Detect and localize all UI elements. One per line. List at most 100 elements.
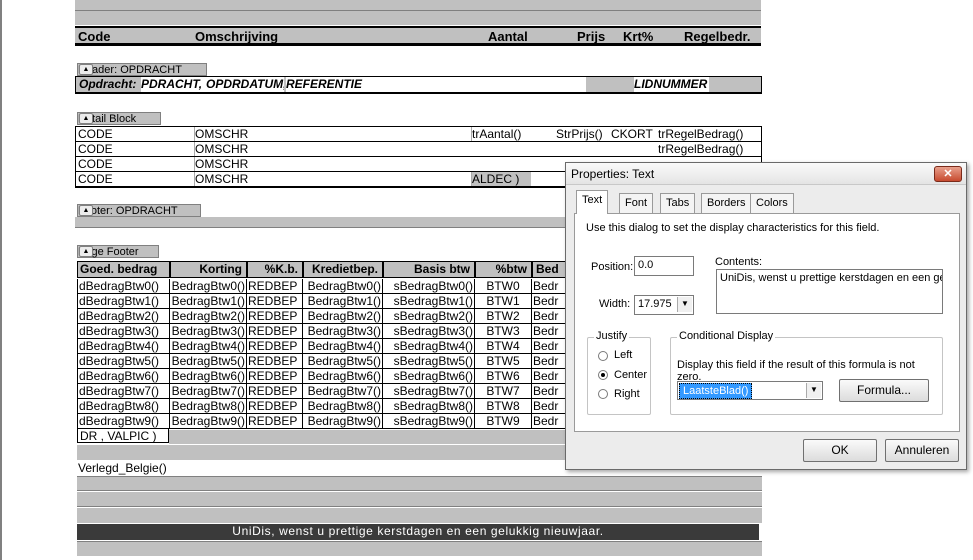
korting-field[interactable]: BedragBtw3()	[170, 324, 247, 339]
btw-pct-field[interactable]: BTW7	[475, 384, 532, 399]
tab-tabs[interactable]: Tabs	[660, 193, 696, 213]
kb-field[interactable]: REDBEP	[247, 324, 303, 339]
dr-valpic-field[interactable]: DR , VALPIC )	[77, 428, 169, 443]
korting-field[interactable]: BedragBtw8()	[170, 399, 247, 414]
kredietbep-field[interactable]: BedragBtw4()	[303, 339, 383, 354]
opdracht-field[interactable]: PDRACHT,	[141, 77, 206, 92]
regel-field[interactable]: trRegelBedrag()	[658, 142, 758, 156]
goed-bedrag-field[interactable]: dBedragBtw4()	[77, 339, 170, 354]
pf-header-korting[interactable]: Korting	[170, 261, 247, 278]
radio-left[interactable]	[598, 351, 608, 361]
korting-field[interactable]: BedragBtw4()	[170, 339, 247, 354]
dialog-titlebar[interactable]: Properties: Text ✕	[566, 163, 966, 185]
kb-field[interactable]: REDBEP	[247, 384, 303, 399]
goed-bedrag-field[interactable]: dBedragBtw8()	[77, 399, 170, 414]
goed-bedrag-field[interactable]: dBedragBtw7()	[77, 384, 170, 399]
justify-left-label[interactable]: Left	[614, 349, 632, 361]
basis-btw-field[interactable]: sBedragBtw6()	[383, 369, 475, 384]
basis-btw-field[interactable]: sBedragBtw8()	[383, 399, 475, 414]
kredietbep-field[interactable]: BedragBtw9()	[303, 414, 383, 429]
header-row[interactable]: Opdracht: PDRACHT, OPDRDATUM, REFERENTIE…	[75, 76, 762, 94]
kb-field[interactable]: REDBEP	[247, 294, 303, 309]
formula-button[interactable]: Formula...	[839, 379, 929, 402]
aantal-field[interactable]: ALDEC )	[471, 172, 531, 186]
btw-pct-field[interactable]: BTW2	[475, 309, 532, 324]
detail-row[interactable]: CODE OMSCHR trRegelBedrag()	[75, 141, 762, 157]
kredietbep-field[interactable]: BedragBtw8()	[303, 399, 383, 414]
korting-field[interactable]: BedragBtw9()	[170, 414, 247, 429]
code-field[interactable]: CODE	[78, 172, 193, 186]
pf-header-btw[interactable]: %btw	[475, 261, 532, 278]
referentie-field[interactable]: REFERENTIE	[286, 77, 586, 92]
korting-field[interactable]: BedragBtw2()	[170, 309, 247, 324]
kb-field[interactable]: REDBEP	[247, 339, 303, 354]
goed-bedrag-field[interactable]: dBedragBtw6()	[77, 369, 170, 384]
btw-pct-field[interactable]: BTW8	[475, 399, 532, 414]
btw-pct-field[interactable]: BTW1	[475, 294, 532, 309]
goed-bedrag-field[interactable]: dBedragBtw3()	[77, 324, 170, 339]
kredietbep-field[interactable]: BedragBtw5()	[303, 354, 383, 369]
omschr-field[interactable]: OMSCHR	[194, 127, 469, 141]
basis-btw-field[interactable]: sBedragBtw5()	[383, 354, 475, 369]
column-header-row[interactable]: Code Omschrijving Aantal Prijs Krt% Rege…	[75, 26, 761, 46]
collapse-icon[interactable]: ▲	[79, 205, 93, 216]
basis-btw-field[interactable]: sBedragBtw4()	[383, 339, 475, 354]
kb-field[interactable]: REDBEP	[247, 369, 303, 384]
chevron-down-icon[interactable]: ▼	[677, 297, 692, 312]
pf-header-goed[interactable]: Goed. bedrag	[77, 261, 170, 278]
contents-textarea[interactable]: UniDis, wenst u prettige kerstdagen en e…	[716, 269, 943, 314]
omschr-field[interactable]: OMSCHR	[194, 142, 469, 156]
regel-field[interactable]: trRegelBedrag()	[658, 127, 758, 141]
btw-pct-field[interactable]: BTW0	[475, 279, 532, 294]
kb-field[interactable]: REDBEP	[247, 414, 303, 429]
section-header-opdracht[interactable]: ▲ Header: OPDRACHT	[77, 63, 207, 76]
korting-field[interactable]: BedragBtw7()	[170, 384, 247, 399]
omschr-field[interactable]: OMSCHR	[194, 157, 469, 171]
width-select[interactable]: 17.975 ▼	[634, 295, 694, 315]
kort-field[interactable]: CKORT	[611, 127, 658, 141]
btw-pct-field[interactable]: BTW5	[475, 354, 532, 369]
btw-pct-field[interactable]: BTW9	[475, 414, 532, 429]
collapse-icon[interactable]: ▲	[79, 64, 93, 75]
aantal-field[interactable]: trAantal()	[471, 127, 531, 141]
detail-row[interactable]: CODE OMSCHR trAantal() StrPrijs() CKORT …	[75, 126, 762, 142]
goed-bedrag-field[interactable]: dBedragBtw1()	[77, 294, 170, 309]
btw-pct-field[interactable]: BTW4	[475, 339, 532, 354]
tab-borders[interactable]: Borders	[701, 193, 752, 213]
justify-right-label[interactable]: Right	[614, 388, 640, 400]
kb-field[interactable]: REDBEP	[247, 279, 303, 294]
korting-field[interactable]: BedragBtw6()	[170, 369, 247, 384]
basis-btw-field[interactable]: sBedragBtw0()	[383, 279, 475, 294]
verlegd-field[interactable]: Verlegd_Belgie()	[78, 461, 167, 475]
korting-field[interactable]: BedragBtw5()	[170, 354, 247, 369]
tab-font[interactable]: Font	[619, 193, 654, 213]
banner-field[interactable]: UniDis, wenst u prettige kerstdagen en e…	[77, 524, 759, 540]
goed-bedrag-field[interactable]: dBedragBtw2()	[77, 309, 170, 324]
basis-btw-field[interactable]: sBedragBtw3()	[383, 324, 475, 339]
radio-right[interactable]	[598, 389, 608, 399]
tab-text[interactable]: Text	[576, 190, 609, 214]
pf-header-kb[interactable]: %K.b.	[247, 261, 303, 278]
close-icon[interactable]: ✕	[934, 166, 962, 182]
kredietbep-field[interactable]: BedragBtw2()	[303, 309, 383, 324]
section-footer-opdracht[interactable]: ▲ Footer: OPDRACHT	[77, 204, 201, 217]
code-field[interactable]: CODE	[78, 157, 193, 171]
code-field[interactable]: CODE	[78, 142, 193, 156]
goed-bedrag-field[interactable]: dBedragBtw0()	[77, 279, 170, 294]
kb-field[interactable]: REDBEP	[247, 399, 303, 414]
basis-btw-field[interactable]: sBedragBtw1()	[383, 294, 475, 309]
kredietbep-field[interactable]: BedragBtw3()	[303, 324, 383, 339]
chevron-down-icon[interactable]: ▼	[806, 383, 821, 398]
basis-btw-field[interactable]: sBedragBtw9()	[383, 414, 475, 429]
code-field[interactable]: CODE	[78, 127, 193, 141]
goed-bedrag-field[interactable]: dBedragBtw5()	[77, 354, 170, 369]
pf-header-basis[interactable]: Basis btw	[383, 261, 475, 278]
kb-field[interactable]: REDBEP	[247, 309, 303, 324]
section-detail-block[interactable]: ▲ Detail Block	[77, 112, 161, 125]
korting-field[interactable]: BedragBtw0()	[170, 279, 247, 294]
collapse-icon[interactable]: ▲	[79, 113, 93, 124]
prijs-field[interactable]: StrPrijs()	[556, 127, 611, 141]
ok-button[interactable]: OK	[803, 439, 877, 462]
kredietbep-field[interactable]: BedragBtw7()	[303, 384, 383, 399]
justify-center-label[interactable]: Center	[614, 369, 647, 381]
